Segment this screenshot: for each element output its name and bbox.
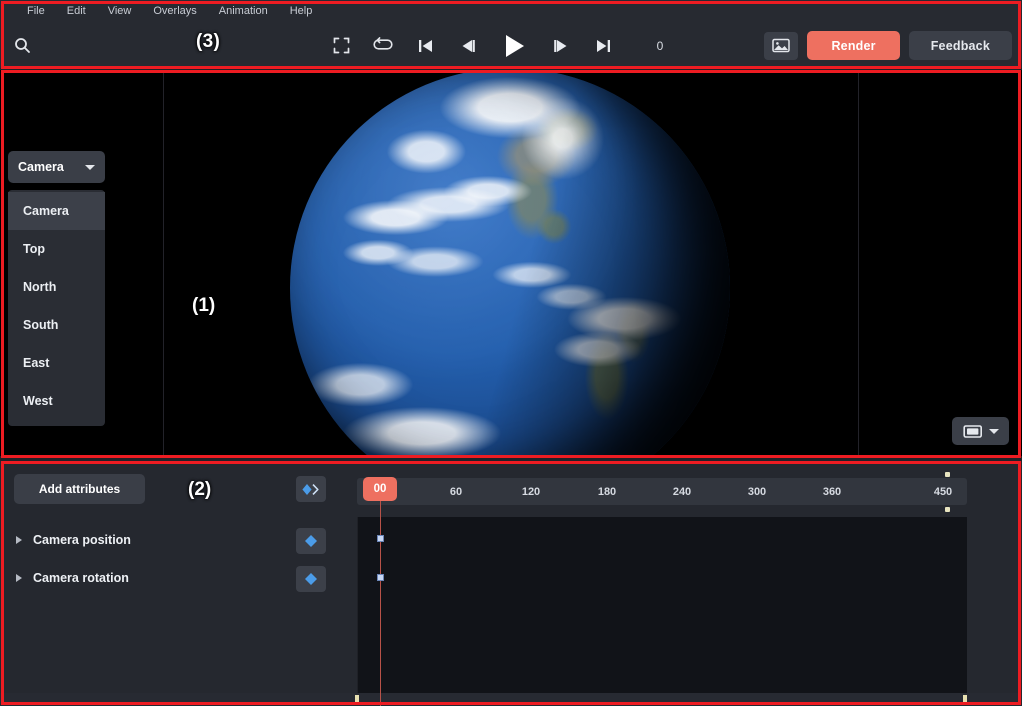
camera-option-top[interactable]: Top (8, 230, 105, 268)
range-handle-end-top (945, 472, 950, 477)
viewport-3d[interactable]: (1) Camera Camera Top North South East W… (0, 70, 1022, 456)
timeline-panel: Add attributes (2) 60 120 180 240 300 36… (0, 461, 1022, 706)
menu-view[interactable]: View (97, 0, 143, 23)
fullscreen-button[interactable] (320, 23, 362, 68)
annotation-label-3: (3) (196, 31, 221, 52)
ruler-tick-360[interactable]: 360 (823, 478, 841, 505)
toolbar-right-group: Render Feedback (764, 23, 1012, 68)
camera-select-menu: Camera Top North South East West (8, 190, 105, 426)
loop-button[interactable] (362, 23, 404, 68)
transport-controls (320, 23, 624, 68)
menu-overlays[interactable]: Overlays (142, 0, 207, 23)
step-forward-icon (553, 39, 566, 52)
play-icon (506, 34, 524, 57)
camera-select[interactable]: Camera (8, 151, 105, 183)
timeline-range-bar[interactable] (0, 693, 1022, 706)
chevron-down-icon (988, 428, 999, 434)
render-button[interactable]: Render (807, 31, 900, 60)
globe-sphere (290, 70, 730, 456)
search-button[interactable] (0, 23, 44, 68)
keyframe-nav-button[interactable] (296, 476, 326, 502)
menu-file[interactable]: File (16, 0, 56, 23)
earth-globe (276, 70, 744, 456)
range-handle-end-bottom (945, 507, 950, 512)
camera-option-west[interactable]: West (8, 382, 105, 420)
annotation-label-1: (1) (192, 295, 216, 316)
application-window: File Edit View Overlays Animation Help (… (0, 0, 1022, 706)
step-back-icon (462, 39, 475, 52)
menu-help[interactable]: Help (279, 0, 324, 23)
menu-edit[interactable]: Edit (56, 0, 97, 23)
camera-option-camera[interactable]: Camera (8, 192, 105, 230)
keyframe-marker-camera-position[interactable] (377, 535, 384, 542)
menu-bar: File Edit View Overlays Animation Help (0, 0, 1022, 23)
skip-to-end-icon (596, 39, 610, 52)
triangle-right-icon[interactable] (16, 536, 22, 544)
attribute-label: Camera rotation (33, 571, 129, 585)
add-attributes-button[interactable]: Add attributes (14, 474, 145, 504)
ruler-tick-60[interactable]: 60 (450, 478, 462, 505)
image-button[interactable] (764, 31, 799, 60)
timeline-ruler[interactable] (357, 478, 967, 505)
attribute-label: Camera position (33, 533, 131, 547)
timeline-track-right-pad (967, 517, 1022, 693)
frame-counter[interactable]: 0 (645, 23, 675, 68)
loop-icon (373, 37, 393, 50)
ruler-tick-120[interactable]: 120 (522, 478, 540, 505)
camera-option-east[interactable]: East (8, 344, 105, 382)
image-icon (772, 38, 791, 53)
camera-option-south[interactable]: South (8, 306, 105, 344)
render-frame-divider-left (163, 70, 164, 456)
ruler-tick-300[interactable]: 300 (748, 478, 766, 505)
playhead-line (380, 501, 381, 706)
range-handle-start[interactable] (355, 695, 359, 704)
keyframe-toggle-camera-rotation[interactable] (296, 566, 326, 592)
ruler-tick-240[interactable]: 240 (673, 478, 691, 505)
aspect-ratio-button[interactable] (952, 417, 1009, 445)
ruler-tick-180[interactable]: 180 (598, 478, 616, 505)
diamond-icon (305, 573, 317, 585)
timeline-track-area[interactable] (358, 517, 967, 693)
keyframe-toggle-camera-position[interactable] (296, 528, 326, 554)
step-forward-button[interactable] (540, 23, 582, 68)
range-handle-end[interactable] (963, 695, 967, 704)
step-back-button[interactable] (446, 23, 488, 68)
playhead-handle[interactable]: 00 (363, 477, 397, 501)
fullscreen-icon (333, 37, 349, 54)
menu-animation[interactable]: Animation (208, 0, 279, 23)
aspect-ratio-icon (962, 424, 982, 438)
skip-to-start-button[interactable] (404, 23, 446, 68)
search-icon (14, 38, 30, 53)
feedback-button[interactable]: Feedback (908, 31, 1012, 60)
annotation-label-2: (2) (188, 479, 212, 500)
skip-to-start-icon (418, 39, 432, 52)
diamond-icon (305, 535, 317, 547)
camera-select-value: Camera (18, 160, 64, 174)
render-frame-divider-right (858, 70, 859, 456)
keyframe-nav-icon (302, 483, 319, 495)
chevron-down-icon (85, 164, 95, 170)
camera-option-north[interactable]: North (8, 268, 105, 306)
triangle-right-icon[interactable] (16, 574, 22, 582)
keyframe-marker-camera-rotation[interactable] (377, 574, 384, 581)
ruler-tick-450[interactable]: 450 (934, 478, 952, 505)
play-button[interactable] (488, 23, 540, 68)
skip-to-end-button[interactable] (582, 23, 624, 68)
